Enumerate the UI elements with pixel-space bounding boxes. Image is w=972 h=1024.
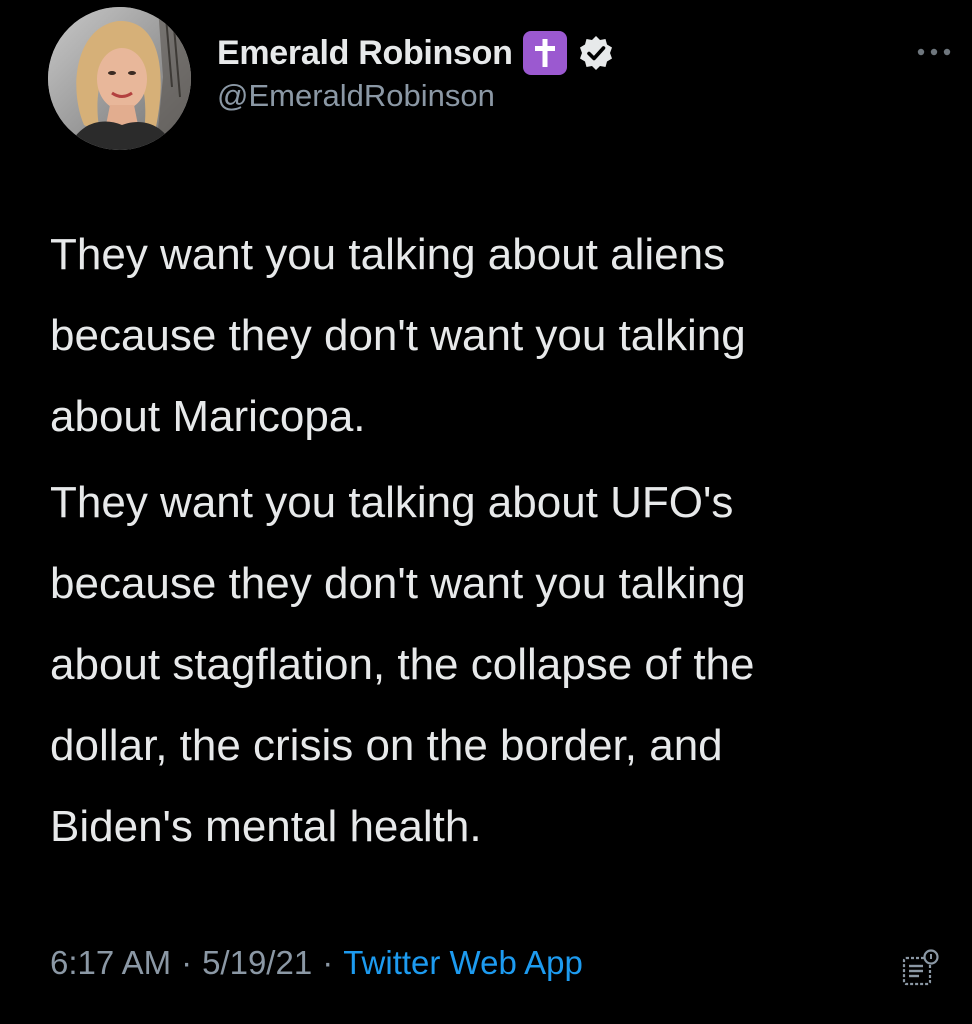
meta-separator: · [181,944,193,981]
verified-check-icon [577,34,615,72]
tweet-text: They want you talking about aliens becau… [50,214,950,867]
tweet-paragraph: They want you talking about aliens becau… [50,230,746,441]
display-name[interactable]: Emerald Robinson [217,34,513,73]
latin-cross-icon [522,31,567,75]
tweet-meta: 6:17 AM · 5/19/21 · Twitter Web App [50,944,583,982]
tweet-source-link[interactable]: Twitter Web App [343,944,583,982]
more-horizontal-icon [917,48,951,56]
author-handle[interactable]: @EmeraldRobinson [217,78,615,114]
tweet-card: Emerald Robinson @EmeraldRobinson They w… [0,0,972,1024]
author-identity[interactable]: Emerald Robinson @EmeraldRobinson [217,24,615,114]
more-button[interactable] [914,40,954,64]
avatar[interactable] [48,7,191,150]
profile-photo [48,7,191,150]
tweet-date[interactable]: 5/19/21 [202,944,312,982]
name-row: Emerald Robinson [217,24,615,82]
view-tweet-analytics-icon[interactable] [898,946,942,990]
tweet-time[interactable]: 6:17 AM [50,944,171,982]
tweet-paragraph: They want you talking about UFO's becaus… [50,478,755,851]
meta-separator: · [322,944,334,981]
